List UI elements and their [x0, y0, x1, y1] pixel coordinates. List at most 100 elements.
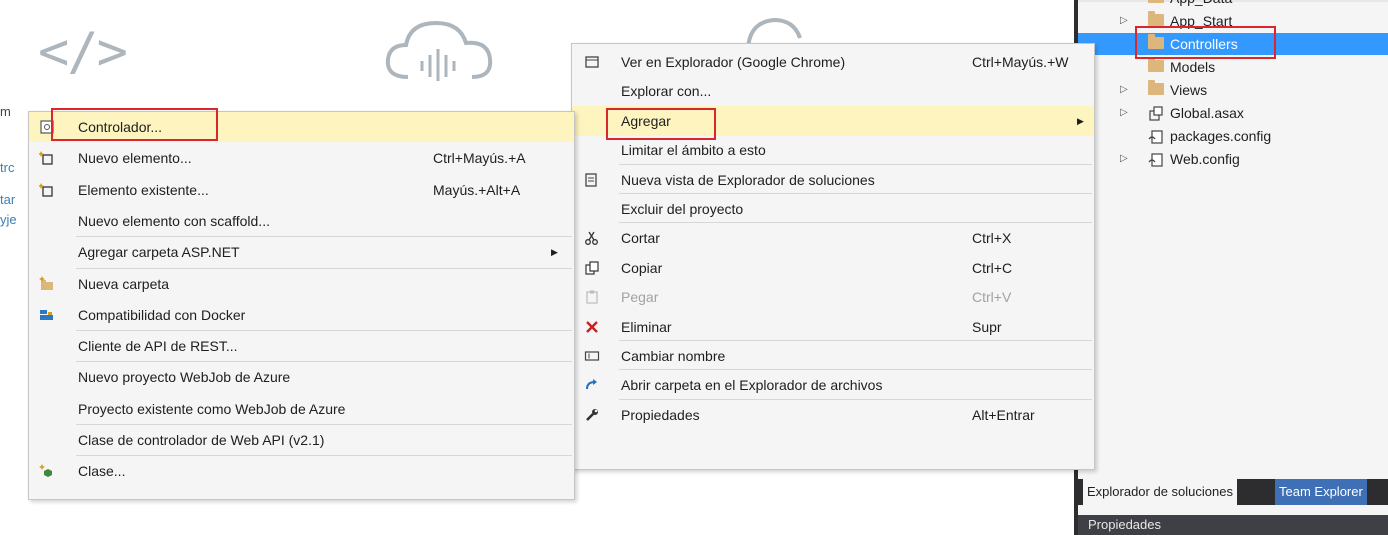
bg-text-fragment: m: [0, 104, 11, 119]
menu-item-shortcut: Alt+Entrar: [972, 406, 1035, 423]
menu-item-limitar-el-ambito-a-esto[interactable]: Limitar el ámbito a esto: [572, 135, 1094, 165]
folder-icon: [1148, 57, 1164, 72]
menu-separator: [76, 267, 572, 269]
menu-separator: [76, 455, 572, 457]
menu-item-label: Cliente de API de REST...: [78, 338, 238, 355]
menu-item-shortcut: Ctrl+Mayús.+A: [433, 150, 526, 167]
submenu-arrow-icon: ▶: [1077, 115, 1084, 126]
menu-item-nueva-vista-de-explorador-de-soluciones[interactable]: Nueva vista de Explorador de soluciones: [572, 165, 1094, 195]
tree-item-label: Global.asax: [1170, 105, 1244, 121]
menu-item-label: Agregar: [621, 112, 671, 129]
expand-arrow-icon[interactable]: ▷: [1120, 102, 1128, 124]
menu-item-label: Pegar: [621, 289, 659, 306]
tab-team-explorer[interactable]: Team Explorer: [1275, 479, 1367, 505]
menu-item-controlador[interactable]: Controlador...: [29, 112, 574, 142]
folder-icon: [1148, 34, 1164, 49]
menu-item-shortcut: Supr: [972, 318, 1002, 335]
menu-item-ver-en-explorador-google-chrome[interactable]: Ver en Explorador (Google Chrome) Ctrl+Ma…: [572, 47, 1094, 77]
menu-item-shortcut: Ctrl+V: [972, 289, 1012, 306]
bg-text-fragment: tar: [0, 192, 16, 207]
menu-item-label: Cambiar nombre: [621, 348, 726, 364]
expand-arrow-icon[interactable]: ▷: [1120, 10, 1128, 32]
menu-item-agregar-carpeta-asp-net[interactable]: Agregar carpeta ASP.NET ▶: [29, 237, 574, 267]
menu-item-label: Abrir carpeta en el Explorador de archiv…: [621, 377, 883, 394]
menu-item-label: Nueva carpeta: [78, 275, 170, 292]
rename-icon: [584, 348, 600, 364]
menu-item-excluir-del-proyecto[interactable]: Excluir del proyecto: [572, 194, 1094, 224]
menu-item-label: Ver en Explorador (Google Chrome): [621, 54, 846, 70]
new-folder-icon: [39, 275, 55, 292]
tree-item-views[interactable]: ▷ Views: [1078, 79, 1388, 101]
menu-item-shortcut: Mayús.+Alt+A: [433, 181, 521, 198]
tree-item-label: App_Start: [1170, 13, 1233, 29]
menu-item-label: Proyecto existente como WebJob de Azure: [78, 400, 346, 417]
tree-item-packages-config[interactable]: packages.config: [1078, 125, 1388, 147]
menu-item-label: Copiar: [621, 259, 663, 276]
menu-item-nuevo-elemento[interactable]: Nuevo elemento... Ctrl+Mayús.+A: [29, 143, 574, 173]
menu-item-label: Excluir del proyecto: [621, 201, 744, 217]
scissors-icon: [584, 230, 600, 246]
menu-separator: [76, 330, 572, 332]
menu-item-propiedades[interactable]: Propiedades Alt+Entrar: [572, 400, 1094, 430]
tree-item-models[interactable]: Models: [1078, 56, 1388, 78]
expand-arrow-icon[interactable]: ▷: [1120, 148, 1128, 170]
menu-separator: [619, 193, 1092, 194]
tree-item-controllers[interactable]: Controllers: [1078, 33, 1388, 55]
tree-item-app-start[interactable]: ▷ App_Start: [1078, 10, 1388, 32]
menu-separator: [619, 340, 1092, 341]
menu-item-clase-de-controlador-de-web-api-v2-1[interactable]: Clase de controlador de Web API (v2.1): [29, 425, 574, 455]
menu-item-abrir-carpeta-en-el-explorador-de-archivos[interactable]: Abrir carpeta en el Explorador de archiv…: [572, 370, 1094, 400]
config-file-icon: [1148, 152, 1164, 174]
menu-separator: [76, 424, 572, 425]
menu-separator: [619, 163, 1092, 165]
menu-item-label: Nueva vista de Explorador de soluciones: [621, 171, 875, 188]
menu-item-shortcut: Ctrl+Mayús.+W: [972, 54, 1069, 70]
tree-item-global-asax[interactable]: ▷ Global.asax: [1078, 102, 1388, 124]
menu-item-label: Agregar carpeta ASP.NET: [78, 244, 240, 261]
menu-item-cortar[interactable]: Cortar Ctrl+X: [572, 223, 1094, 253]
menu-separator: [619, 369, 1092, 371]
copy-icon: [584, 260, 600, 276]
menu-item-clase[interactable]: Clase...: [29, 456, 574, 486]
menu-item-label: Propiedades: [621, 406, 700, 423]
expand-arrow-icon[interactable]: ▷: [1120, 79, 1128, 101]
menu-item-copiar[interactable]: Copiar Ctrl+C: [572, 253, 1094, 283]
folder-icon: [1148, 80, 1164, 95]
tree-item-app-data[interactable]: App_Data: [1078, 0, 1388, 9]
menu-item-pegar[interactable]: Pegar Ctrl+V: [572, 282, 1094, 312]
bg-text-fragment: trc: [0, 160, 15, 175]
menu-separator: [76, 361, 572, 363]
tab-solution-explorer[interactable]: Explorador de soluciones: [1083, 479, 1237, 505]
solution-explorer-panel: App_Data ▷ App_Start Controllers Models ▷ View…: [1074, 0, 1388, 535]
menu-item-label: Cortar: [621, 230, 660, 247]
tree-item-label: packages.config: [1170, 128, 1272, 144]
menu-item-elemento-existente[interactable]: Elemento existente... Mayús.+Alt+A: [29, 175, 574, 205]
menu-item-compatibilidad-con-docker[interactable]: Compatibilidad con Docker: [29, 300, 574, 330]
submenu-arrow-icon: ▶: [551, 247, 558, 258]
tree-item-web-config[interactable]: ▷ Web.config: [1078, 148, 1388, 170]
menu-item-eliminar[interactable]: Eliminar Supr: [572, 312, 1094, 342]
menu-item-agregar[interactable]: Agregar ▶: [572, 105, 1094, 136]
menu-item-proyecto-existente-como-webjob-de-azure[interactable]: Proyecto existente como WebJob de Azure: [29, 394, 574, 424]
properties-panel-title[interactable]: Propiedades: [1078, 515, 1388, 535]
menu-item-cliente-de-api-de-rest[interactable]: Cliente de API de REST...: [29, 331, 574, 361]
menu-item-nueva-carpeta[interactable]: Nueva carpeta: [29, 269, 574, 299]
menu-item-nuevo-proyecto-webjob-de-azure[interactable]: Nuevo proyecto WebJob de Azure: [29, 362, 574, 392]
menu-item-nuevo-elemento-con-scaffold[interactable]: Nuevo elemento con scaffold...: [29, 206, 574, 236]
add-submenu: Controlador... Nuevo elemento... Ctrl+Mayú…: [28, 111, 575, 500]
tree-item-label: Web.config: [1170, 151, 1240, 167]
menu-item-cambiar-nombre[interactable]: Cambiar nombre: [572, 341, 1094, 371]
context-menu: Ver en Explorador (Google Chrome) Ctrl+Ma…: [571, 43, 1095, 470]
cloud-icon: [380, 15, 500, 88]
menu-item-label: Nuevo elemento...: [78, 150, 192, 167]
paste-icon: [584, 289, 600, 305]
menu-item-explorar-con[interactable]: Explorar con...: [572, 76, 1094, 106]
bg-text-fragment: yje: [0, 212, 17, 227]
menu-item-label: Nuevo elemento con scaffold...: [78, 212, 270, 229]
menu-item-label: Nuevo proyecto WebJob de Azure: [78, 369, 291, 386]
tree-item-label: Views: [1170, 82, 1208, 98]
panel-tab-strip: Explorador de soluciones Team Explorer: [1078, 479, 1388, 505]
new-view-icon: [584, 172, 600, 188]
menu-item-label: Clase de controlador de Web API (v2.1): [78, 432, 325, 448]
menu-separator: [619, 222, 1092, 224]
